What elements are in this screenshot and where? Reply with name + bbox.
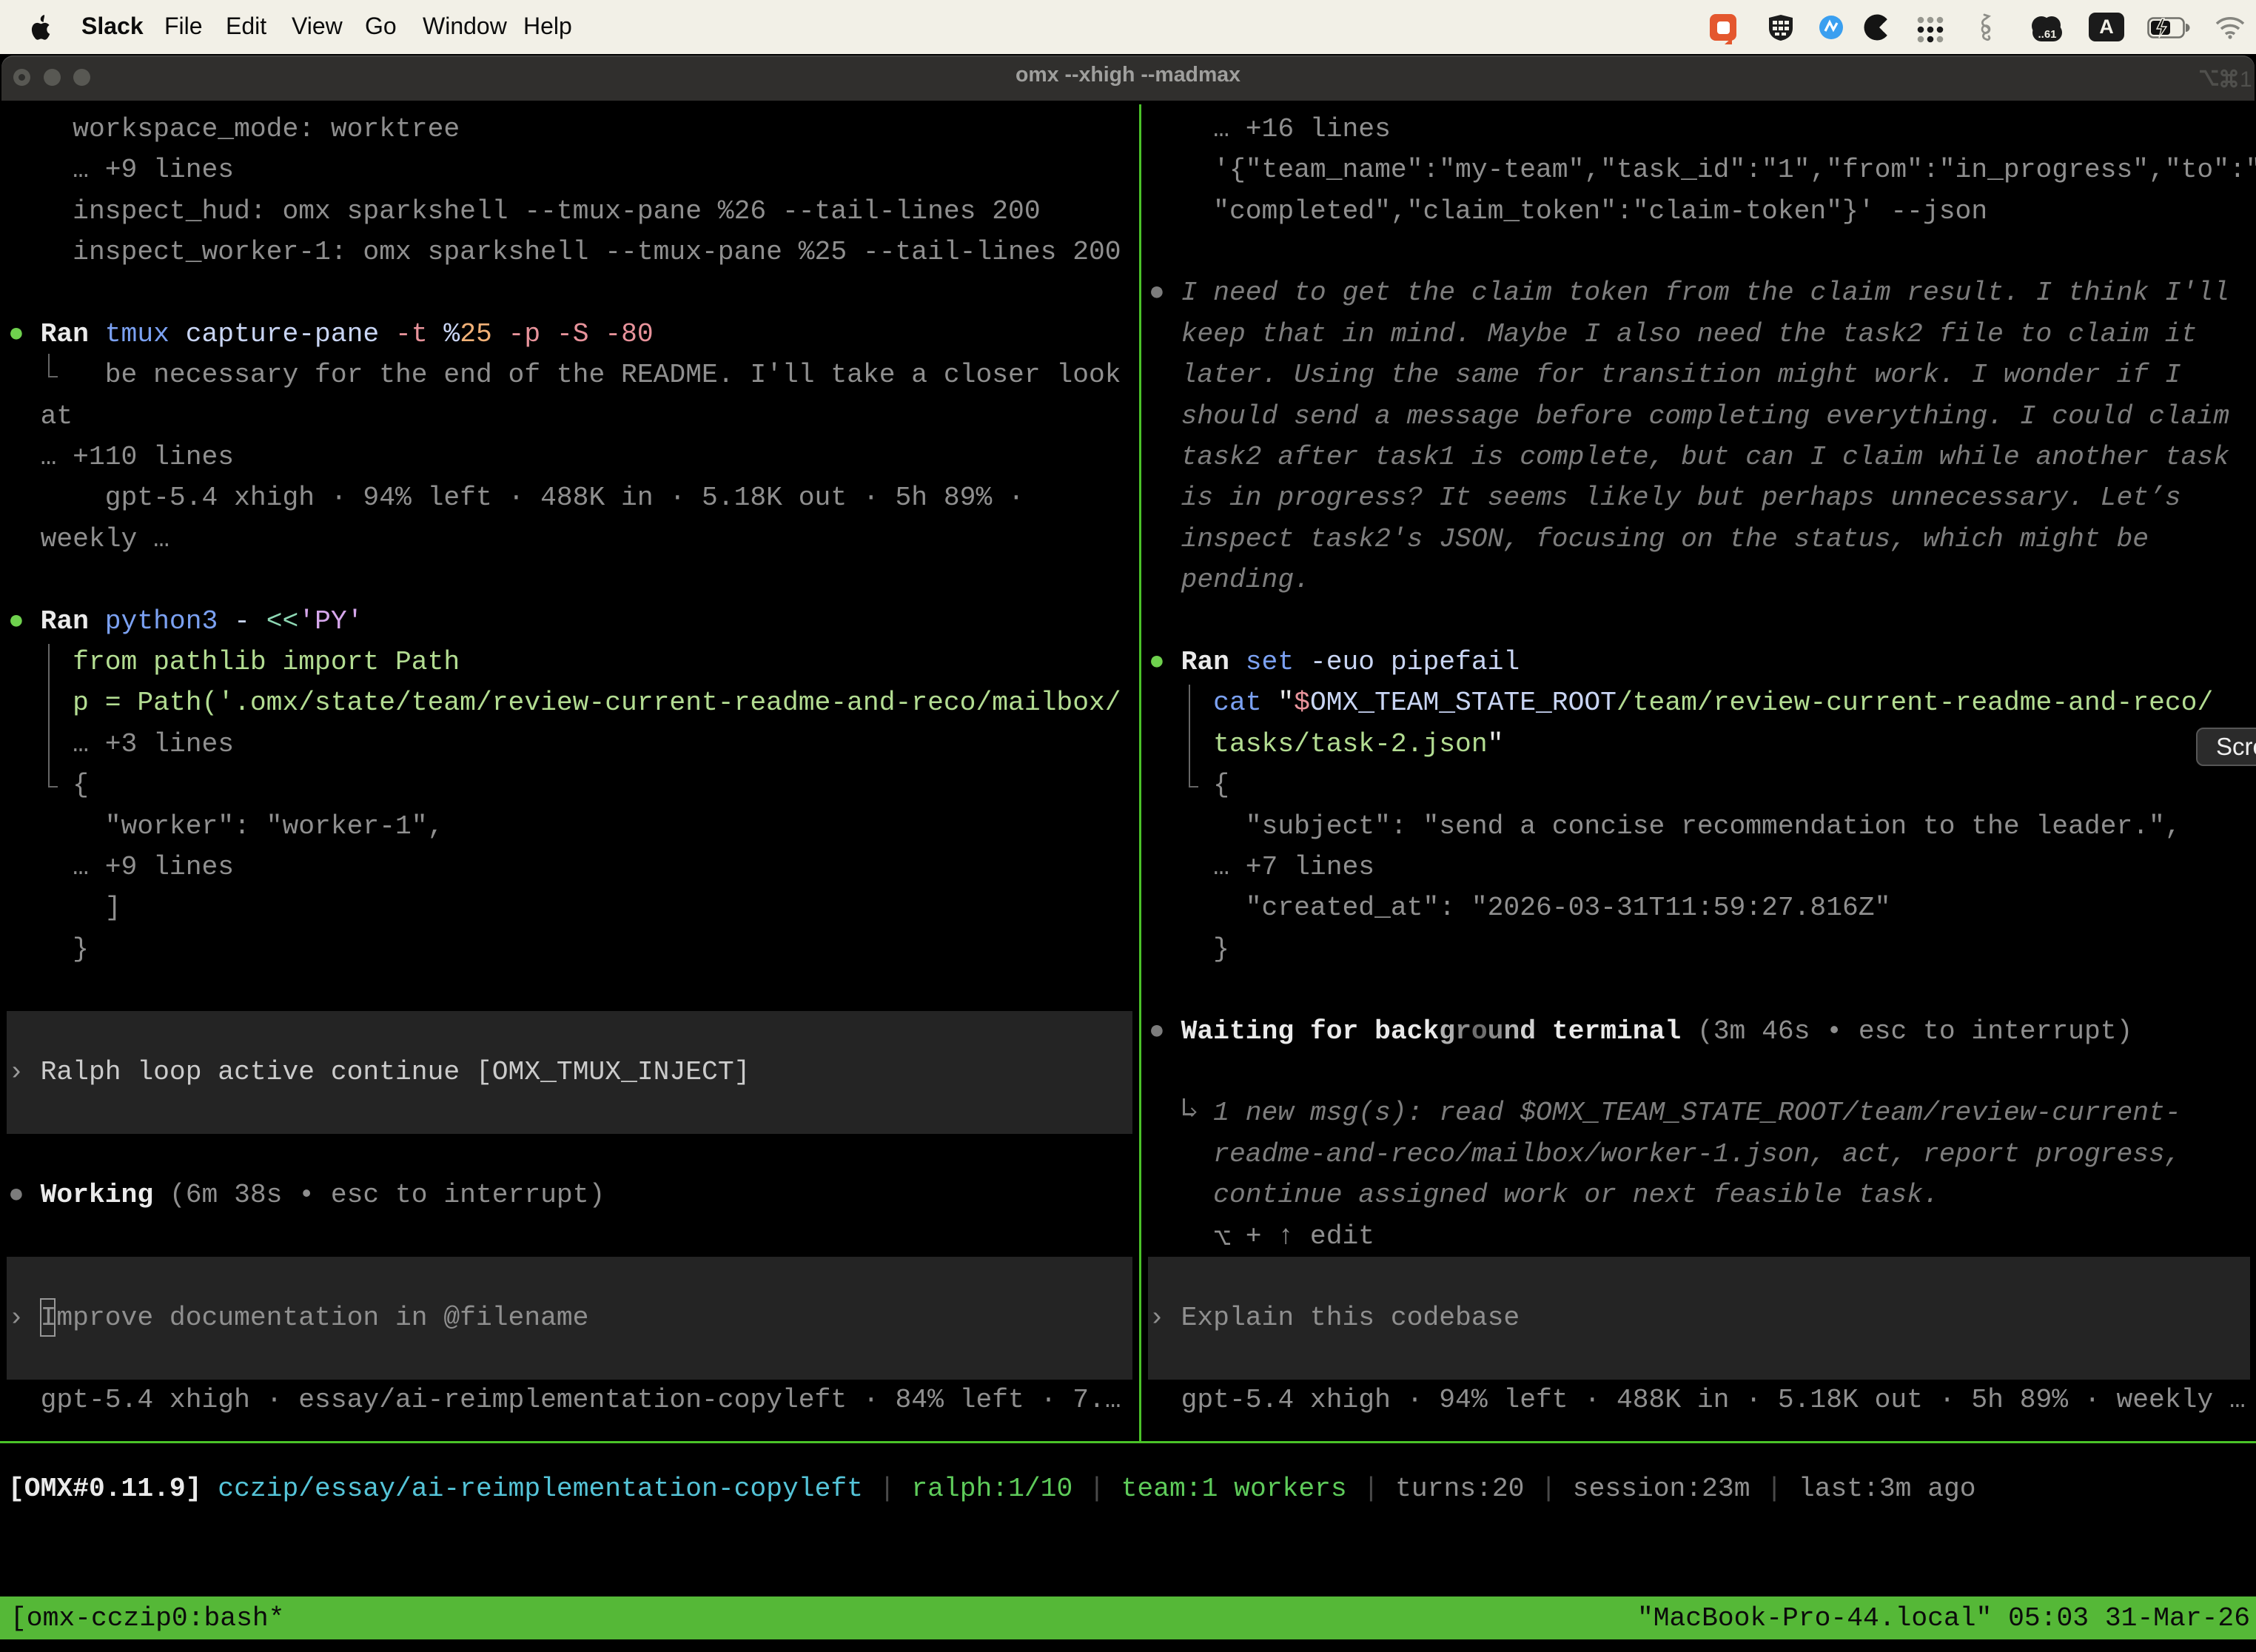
svg-text:..61: ..61 — [2038, 28, 2056, 41]
svg-text:1: 1 — [2240, 68, 2252, 89]
